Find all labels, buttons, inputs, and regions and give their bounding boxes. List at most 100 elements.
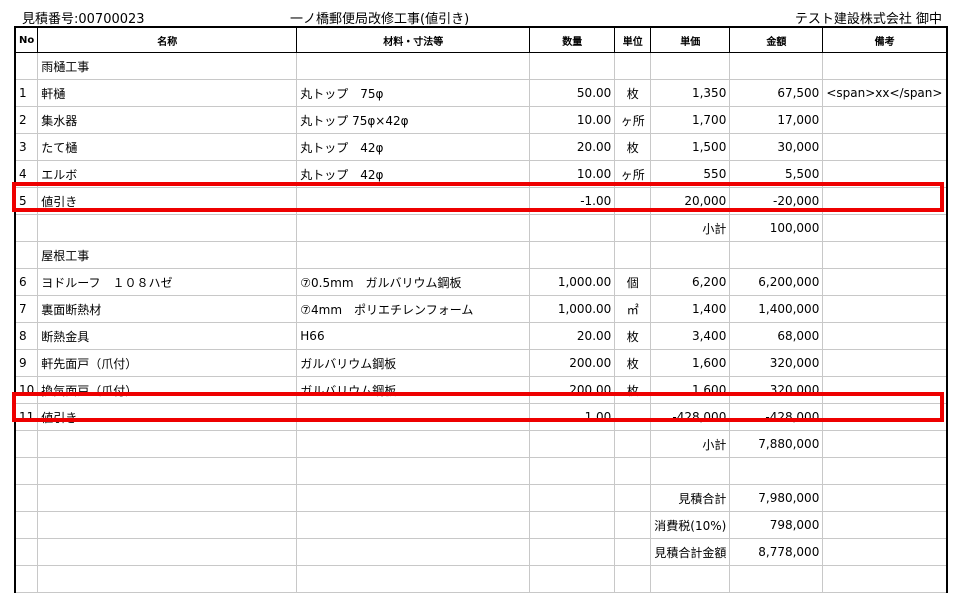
cell-spec[interactable]: H66	[296, 322, 531, 350]
subtotal-label[interactable]: 小計	[650, 214, 731, 242]
cell-qty[interactable]: 10.00	[529, 106, 616, 134]
cell-no[interactable]: 1	[14, 79, 39, 107]
cell-note[interactable]	[822, 376, 948, 404]
cell-unit[interactable]: ㎡	[614, 295, 652, 323]
cell-name[interactable]: 集水器	[37, 106, 298, 134]
cell-amount[interactable]: 5,500	[729, 160, 824, 188]
cell-name[interactable]: 裏面断熱材	[37, 295, 298, 323]
cell-price[interactable]: 1,600	[650, 376, 731, 404]
grand-total-label[interactable]: 見積合計金額	[650, 538, 731, 566]
cell-price[interactable]: 1,350	[650, 79, 731, 107]
cell-unit[interactable]	[614, 187, 652, 215]
cell-spec[interactable]: ⑦0.5mm ガルバリウム鋼板	[296, 268, 531, 296]
tax-value[interactable]: 798,000	[729, 511, 824, 539]
estimate-total-value[interactable]: 7,980,000	[729, 484, 824, 512]
cell-name[interactable]: 換気面戸（爪付）	[37, 376, 298, 404]
cell-no[interactable]: 9	[14, 349, 39, 377]
cell-spec[interactable]: ガルバリウム鋼板	[296, 376, 531, 404]
cell-name[interactable]: 軒樋	[37, 79, 298, 107]
cell-name[interactable]: 値引き	[37, 403, 298, 431]
cell-unit[interactable]: ヶ所	[614, 160, 652, 188]
cell-amount[interactable]: 67,500	[729, 79, 824, 107]
cell-no[interactable]: 8	[14, 322, 39, 350]
cell-note[interactable]	[822, 349, 948, 377]
cell-no[interactable]: 2	[14, 106, 39, 134]
cell-spec[interactable]: 丸トップ 75φ	[296, 79, 531, 107]
cell-no[interactable]: 3	[14, 133, 39, 161]
cell-qty[interactable]: 1,000.00	[529, 268, 616, 296]
cell-amount[interactable]: 30,000	[729, 133, 824, 161]
cell-qty[interactable]: 20.00	[529, 133, 616, 161]
cell-spec[interactable]	[296, 187, 531, 215]
cell-qty[interactable]: 200.00	[529, 349, 616, 377]
section-title[interactable]: 雨樋工事	[37, 52, 298, 80]
cell-unit[interactable]: 枚	[614, 349, 652, 377]
cell-amount[interactable]: 320,000	[729, 349, 824, 377]
cell-qty[interactable]: 200.00	[529, 376, 616, 404]
cell-note[interactable]	[822, 322, 948, 350]
cell-unit[interactable]: 枚	[614, 133, 652, 161]
cell-price[interactable]: 6,200	[650, 268, 731, 296]
cell-price[interactable]: 1,500	[650, 133, 731, 161]
cell-spec[interactable]: 丸トップ 42φ	[296, 133, 531, 161]
cell-spec[interactable]: ガルバリウム鋼板	[296, 349, 531, 377]
cell-price[interactable]: 550	[650, 160, 731, 188]
cell-unit[interactable]: 個	[614, 268, 652, 296]
cell-note[interactable]	[822, 106, 948, 134]
cell-note[interactable]: <span>xx</span>	[822, 79, 948, 107]
cell-amount[interactable]: 6,200,000	[729, 268, 824, 296]
cell-name[interactable]: ヨドルーフ １０８ハゼ	[37, 268, 298, 296]
cell-note[interactable]	[822, 160, 948, 188]
grand-total-value[interactable]: 8,778,000	[729, 538, 824, 566]
cell-name[interactable]: 値引き	[37, 187, 298, 215]
subtotal-value[interactable]: 7,880,000	[729, 430, 824, 458]
cell-spec[interactable]: 丸トップ 75φ×42φ	[296, 106, 531, 134]
cell-amount[interactable]: 320,000	[729, 376, 824, 404]
cell-no[interactable]: 7	[14, 295, 39, 323]
cell-amount[interactable]: 17,000	[729, 106, 824, 134]
cell-price[interactable]: 1,400	[650, 295, 731, 323]
cell-unit[interactable]: ヶ所	[614, 106, 652, 134]
tax-label[interactable]: 消費税(10%)	[650, 511, 731, 539]
cell-no[interactable]: 10	[14, 376, 39, 404]
cell-amount[interactable]: -20,000	[729, 187, 824, 215]
cell-qty[interactable]: 50.00	[529, 79, 616, 107]
cell-qty[interactable]: -1.00	[529, 187, 616, 215]
cell-qty[interactable]: 10.00	[529, 160, 616, 188]
cell-note[interactable]	[822, 268, 948, 296]
cell-spec[interactable]: 丸トップ 42φ	[296, 160, 531, 188]
cell-price[interactable]: 3,400	[650, 322, 731, 350]
cell-amount[interactable]: -428,000	[729, 403, 824, 431]
cell-price[interactable]: -428,000	[650, 403, 731, 431]
cell-qty[interactable]: 1.00	[529, 403, 616, 431]
cell-name[interactable]: たて樋	[37, 133, 298, 161]
cell-price[interactable]: 1,700	[650, 106, 731, 134]
cell-price[interactable]: 1,600	[650, 349, 731, 377]
cell-note[interactable]	[822, 403, 948, 431]
cell-no[interactable]: 4	[14, 160, 39, 188]
cell-no[interactable]: 6	[14, 268, 39, 296]
cell-note[interactable]	[822, 295, 948, 323]
cell-unit[interactable]: 枚	[614, 376, 652, 404]
cell-unit[interactable]	[614, 403, 652, 431]
cell-amount[interactable]: 1,400,000	[729, 295, 824, 323]
cell-no[interactable]: 5	[14, 187, 39, 215]
cell-unit[interactable]: 枚	[614, 322, 652, 350]
subtotal-value[interactable]: 100,000	[729, 214, 824, 242]
cell-no[interactable]: 11	[14, 403, 39, 431]
cell-qty[interactable]: 1,000.00	[529, 295, 616, 323]
cell-name[interactable]: エルボ	[37, 160, 298, 188]
cell-price[interactable]: 20,000	[650, 187, 731, 215]
cell-note[interactable]	[822, 133, 948, 161]
cell-spec[interactable]: ⑦4mm ポリエチレンフォーム	[296, 295, 531, 323]
cell-name[interactable]: 軒先面戸（爪付）	[37, 349, 298, 377]
estimate-total-label[interactable]: 見積合計	[650, 484, 731, 512]
cell-amount[interactable]: 68,000	[729, 322, 824, 350]
section-title[interactable]: 屋根工事	[37, 241, 298, 269]
cell-qty[interactable]: 20.00	[529, 322, 616, 350]
cell-name[interactable]: 断熱金具	[37, 322, 298, 350]
cell-note[interactable]	[822, 187, 948, 215]
cell-spec[interactable]	[296, 403, 531, 431]
subtotal-label[interactable]: 小計	[650, 430, 731, 458]
cell-unit[interactable]: 枚	[614, 79, 652, 107]
